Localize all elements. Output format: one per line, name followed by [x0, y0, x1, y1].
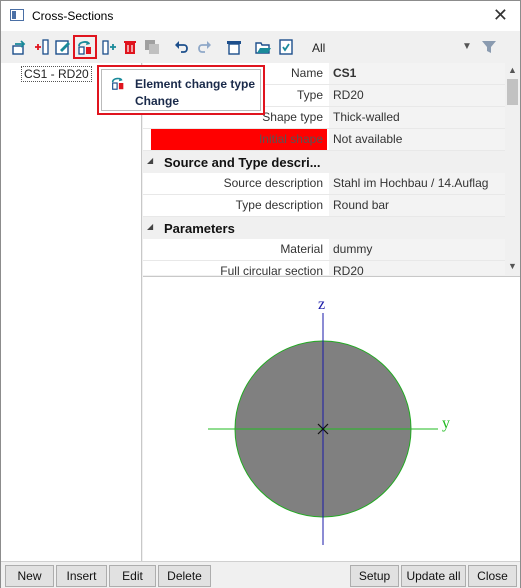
- tooltip-description: Change: [135, 94, 180, 108]
- collapse-triangle-icon[interactable]: ◢: [147, 156, 153, 165]
- open-folder-icon[interactable]: [254, 38, 272, 56]
- property-value[interactable]: Stahl im Hochbau / 14.Auflag: [329, 173, 505, 194]
- cross-sections-window: Cross-Sections ✕ All ▼ CS1 - RD20 Name C…: [0, 0, 521, 588]
- window-title: Cross-Sections: [32, 9, 114, 23]
- close-window-icon[interactable]: ✕: [493, 5, 508, 26]
- y-axis-label: y: [442, 415, 450, 432]
- section-source-and-type[interactable]: ◢ Source and Type descri...: [143, 151, 505, 173]
- property-value[interactable]: CS1: [329, 63, 505, 84]
- tooltip-body: Element change type Change: [101, 69, 261, 111]
- delete-button[interactable]: Delete: [158, 565, 211, 587]
- scroll-up-icon[interactable]: ▲: [508, 65, 517, 75]
- edit-button[interactable]: Edit: [109, 565, 156, 587]
- element-change-type-icon[interactable]: [76, 38, 94, 56]
- toolbar-tooltip: Element change type Change: [97, 65, 265, 115]
- collapse-triangle-icon[interactable]: ◢: [147, 222, 153, 231]
- property-row-initial-shape[interactable]: Initial shape Not available: [143, 129, 505, 151]
- redo-icon[interactable]: [195, 38, 213, 56]
- delete-icon[interactable]: [121, 38, 139, 56]
- insert-row-icon[interactable]: [33, 38, 51, 56]
- filter-select-value[interactable]: All: [312, 41, 325, 55]
- scroll-thumb[interactable]: [507, 79, 518, 105]
- property-label: Material: [280, 242, 323, 256]
- section-title: Parameters: [164, 221, 235, 236]
- property-value[interactable]: RD20: [329, 261, 505, 275]
- close-button[interactable]: Close: [468, 565, 517, 587]
- tree-item-cs1[interactable]: CS1 - RD20: [21, 66, 92, 82]
- property-row-material[interactable]: Material dummy: [143, 239, 505, 261]
- property-scrollbar[interactable]: ▲ ▼: [505, 63, 520, 275]
- library-icon[interactable]: [225, 38, 243, 56]
- import-icon[interactable]: [11, 38, 29, 56]
- section-title: Source and Type descri...: [164, 155, 321, 170]
- element-change-type-icon: [110, 75, 126, 94]
- z-axis-label: z: [318, 296, 325, 313]
- section-drawing: z y: [208, 296, 450, 545]
- new-button[interactable]: New: [5, 565, 54, 587]
- title-bar: Cross-Sections ✕: [1, 1, 520, 31]
- toolbar: All ▼: [1, 31, 520, 63]
- check-document-icon[interactable]: [277, 38, 295, 56]
- property-value[interactable]: Thick-walled: [329, 107, 505, 128]
- window-icon: [10, 9, 24, 21]
- property-row-source-description[interactable]: Source description Stahl im Hochbau / 14…: [143, 173, 505, 195]
- tooltip-title: Element change type: [135, 77, 256, 91]
- section-preview: z y: [143, 276, 520, 561]
- update-all-button[interactable]: Update all: [401, 565, 466, 587]
- button-bar: New Insert Edit Delete Setup Update all …: [1, 561, 520, 588]
- property-label: Full circular section: [220, 264, 323, 275]
- filter-funnel-icon[interactable]: [481, 39, 497, 58]
- scroll-down-icon[interactable]: ▼: [508, 261, 517, 271]
- property-value[interactable]: Round bar: [329, 195, 505, 216]
- undo-icon[interactable]: [173, 38, 191, 56]
- duplicate-icon[interactable]: [143, 38, 161, 56]
- property-label: Initial shape: [151, 129, 327, 150]
- property-value[interactable]: Not available: [329, 129, 505, 150]
- chevron-down-icon[interactable]: ▼: [462, 41, 472, 52]
- cross-section-tree: CS1 - RD20: [1, 63, 142, 561]
- copy-icon[interactable]: [100, 38, 118, 56]
- property-label: Type description: [235, 198, 323, 212]
- edit-icon[interactable]: [54, 38, 72, 56]
- section-parameters[interactable]: ◢ Parameters: [143, 217, 505, 239]
- property-row-type-description[interactable]: Type description Round bar: [143, 195, 505, 217]
- property-label: Source description: [223, 176, 323, 190]
- property-value[interactable]: RD20: [329, 85, 505, 106]
- setup-button[interactable]: Setup: [350, 565, 399, 587]
- insert-button[interactable]: Insert: [56, 565, 107, 587]
- property-row-full-circular-section[interactable]: Full circular section RD20: [143, 261, 505, 275]
- property-value[interactable]: dummy: [329, 239, 505, 260]
